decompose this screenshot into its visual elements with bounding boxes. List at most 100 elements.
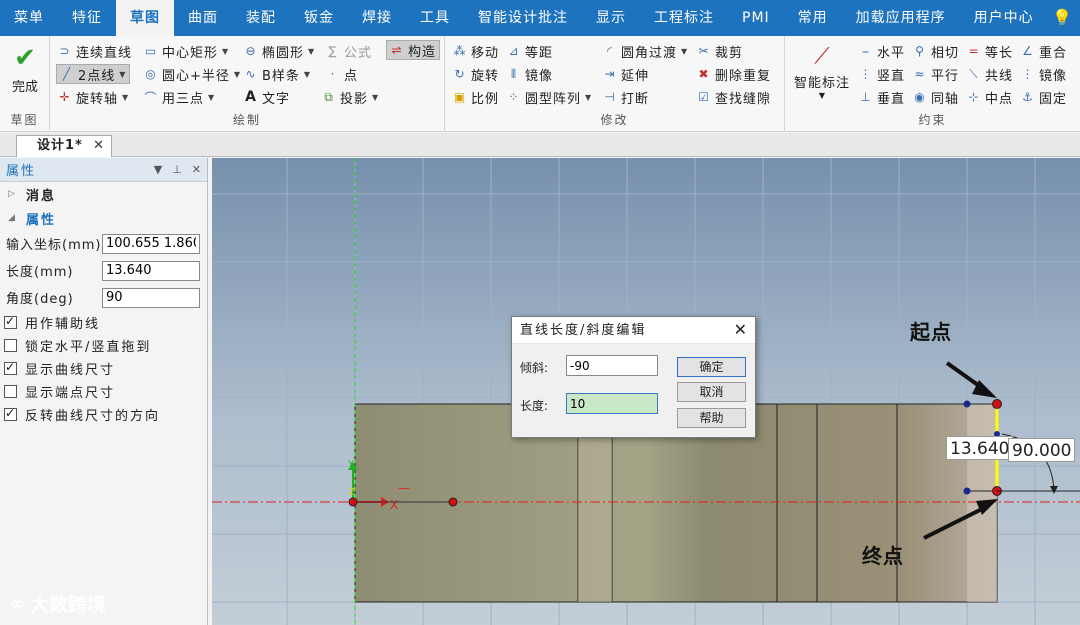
mirror-button[interactable]: ⫴ 镜像	[507, 64, 553, 84]
offset-button[interactable]: ⊿ 等距	[507, 41, 553, 61]
length-dimension-label[interactable]: 13.640	[946, 436, 1014, 460]
dim-point-top[interactable]	[963, 400, 971, 408]
checkbox[interactable]	[4, 406, 17, 421]
menu-engineering[interactable]: 工程标注	[640, 0, 728, 36]
midpoint-constraint-button[interactable]: ⊹ 中点	[967, 87, 1013, 107]
panel-header: 属性 ▼ ⊥ ✕	[0, 158, 207, 182]
dropdown-icon: ▼	[233, 69, 242, 79]
equal-constraint-button[interactable]: = 等长	[967, 41, 1013, 61]
angle-dim-arrow	[1050, 486, 1058, 494]
trim-button[interactable]: ✂ 裁剪	[697, 41, 743, 61]
circle-center-radius-button[interactable]: ◎ 圆心+半径 ▼	[144, 64, 241, 84]
dropdown-icon: ▼	[122, 92, 130, 102]
two-point-line-button[interactable]: ╱ 2点线 ▼	[56, 64, 131, 84]
construction-button[interactable]: ⇌ 构造	[386, 40, 441, 60]
help-button[interactable]: 帮助	[677, 408, 746, 428]
length-input[interactable]	[102, 260, 200, 281]
menu-smart-annotate[interactable]: 智能设计批注	[464, 0, 582, 36]
slope-input[interactable]	[566, 355, 658, 376]
section-properties[interactable]: ◢ 属性	[0, 206, 207, 230]
point-button[interactable]: · 点	[326, 64, 358, 84]
smart-dimension-button[interactable]: ⟋ 智能标注 ▼	[791, 42, 853, 100]
find-gaps-button[interactable]: ☑ 查找缝隙	[697, 87, 771, 107]
menu-surface[interactable]: 曲面	[174, 0, 232, 36]
delete-duplicate-button[interactable]: ✖ 删除重复	[697, 64, 771, 84]
finish-button[interactable]: ✔ 完成	[6, 44, 44, 95]
angle-input[interactable]	[102, 287, 200, 308]
dropdown-icon: ▼	[585, 92, 593, 102]
cancel-button[interactable]: 取消	[677, 382, 746, 402]
origin-point[interactable]	[348, 497, 358, 507]
menu-assembly[interactable]: 装配	[232, 0, 290, 36]
menu-display[interactable]: 显示	[582, 0, 640, 36]
concentric-constraint-button[interactable]: ◉ 同轴	[913, 87, 959, 107]
close-icon[interactable]: ✕	[192, 163, 201, 176]
checkbox-construction-line[interactable]: 用作辅助线	[0, 311, 207, 334]
dropdown-icon[interactable]: ▼	[154, 163, 162, 176]
move-button[interactable]: ⁂ 移动	[453, 41, 499, 61]
text-button[interactable]: A 文字	[244, 87, 290, 107]
menu-weld[interactable]: 焊接	[348, 0, 406, 36]
break-button[interactable]: ⊣ 打断	[603, 87, 649, 107]
dropdown-icon: ▼	[222, 46, 230, 56]
coincident-constraint-button[interactable]: ∠ 重合	[1021, 41, 1067, 61]
formula-button[interactable]: ∑ 公式	[326, 41, 372, 61]
fillet-button[interactable]: ◜ 圆角过渡 ▼	[603, 41, 688, 61]
rotate-button[interactable]: ↻ 旋转	[453, 64, 499, 84]
menu-sheetmetal[interactable]: 钣金	[290, 0, 348, 36]
length-input[interactable]	[566, 393, 658, 414]
extend-button[interactable]: ⇥ 延伸	[603, 64, 649, 84]
scale-button[interactable]: ▣ 比例	[453, 87, 499, 107]
checkbox-reverse-dims[interactable]: 反转曲线尺寸的方向	[0, 403, 207, 426]
document-tab[interactable]: 设计1* ✕	[16, 135, 112, 157]
menu-main[interactable]: 菜单	[0, 0, 58, 36]
sketch-point[interactable]	[448, 497, 458, 507]
checkbox-show-curve-dims[interactable]: 显示曲线尺寸	[0, 357, 207, 380]
move-icon: ⁂	[453, 44, 467, 58]
checkbox-show-endpoint-dims[interactable]: 显示端点尺寸	[0, 380, 207, 403]
section-messages[interactable]: ▷ 消息	[0, 182, 207, 206]
center-rect-button[interactable]: ▭ 中心矩形 ▼	[144, 41, 229, 61]
midpoint-icon: ⊹	[968, 90, 980, 104]
project-button[interactable]: ⧉ 投影 ▼	[322, 87, 379, 107]
close-icon[interactable]: ✕	[93, 136, 105, 156]
checkbox[interactable]	[4, 385, 17, 398]
collinear-constraint-button[interactable]: ⟍ 共线	[967, 64, 1013, 84]
checkbox-lock-drag[interactable]: 锁定水平/竖直拖到	[0, 334, 207, 357]
start-point[interactable]	[992, 399, 1002, 409]
rotation-axis-button[interactable]: ✛ 旋转轴 ▼	[58, 87, 129, 107]
angle-dimension-label[interactable]: 90.000	[1008, 438, 1076, 462]
horizontal-constraint-button[interactable]: ⎯ 水平	[859, 41, 905, 61]
polyline-button[interactable]: ⊃ 连续直线	[58, 41, 132, 61]
coordinates-input[interactable]	[102, 233, 200, 254]
ellipse-button[interactable]: ⊖ 椭圆形 ▼	[244, 41, 315, 61]
three-point-arc-button[interactable]: ⌒ 用三点 ▼	[144, 87, 215, 107]
fix-constraint-button[interactable]: ⚓ 固定	[1021, 87, 1067, 107]
mirror-constraint-button[interactable]: ⋮ 镜像	[1021, 64, 1067, 84]
ok-button[interactable]: 确定	[677, 357, 746, 377]
point-icon: ·	[330, 67, 336, 81]
menu-user-center[interactable]: 用户中心	[960, 0, 1048, 36]
menu-sketch[interactable]: 草图	[116, 0, 174, 36]
menu-feature[interactable]: 特征	[58, 0, 116, 36]
menu-addins[interactable]: 加载应用程序	[842, 0, 960, 36]
menu-common[interactable]: 常用	[784, 0, 842, 36]
vertical-constraint-button[interactable]: ⋮ 竖直	[859, 64, 905, 84]
bspline-button[interactable]: ∿ B样条 ▼	[244, 64, 311, 84]
dim-point-bottom[interactable]	[963, 487, 971, 495]
close-icon[interactable]: ✕	[734, 320, 747, 339]
parallel-constraint-button[interactable]: ≈ 平行	[913, 64, 959, 84]
checkbox[interactable]	[4, 314, 17, 329]
lightbulb-icon[interactable]: 💡	[1052, 0, 1072, 36]
menu-pmi[interactable]: PMI	[728, 0, 784, 36]
menu-tools[interactable]: 工具	[406, 0, 464, 36]
tangent-constraint-button[interactable]: ⚲ 相切	[913, 41, 959, 61]
watermark-logo-icon: ∞	[10, 593, 25, 614]
expand-arrow-icon: ▷	[8, 189, 17, 199]
pin-icon[interactable]: ⊥	[172, 163, 182, 176]
checkbox[interactable]	[4, 360, 17, 375]
circular-pattern-button[interactable]: ⁘ 圆型阵列 ▼	[507, 87, 592, 107]
perpendicular-constraint-button[interactable]: ⊥ 垂直	[859, 87, 905, 107]
checkbox[interactable]	[4, 339, 17, 352]
ribbon-group-constrain: ⟋ 智能标注 ▼ ⎯ 水平 ⚲ 相切 = 等长 ∠ 重合 ⋮ 竖直 ≈ 平行 ⟍ 共线 ⋮ 镜像…	[785, 36, 1080, 132]
